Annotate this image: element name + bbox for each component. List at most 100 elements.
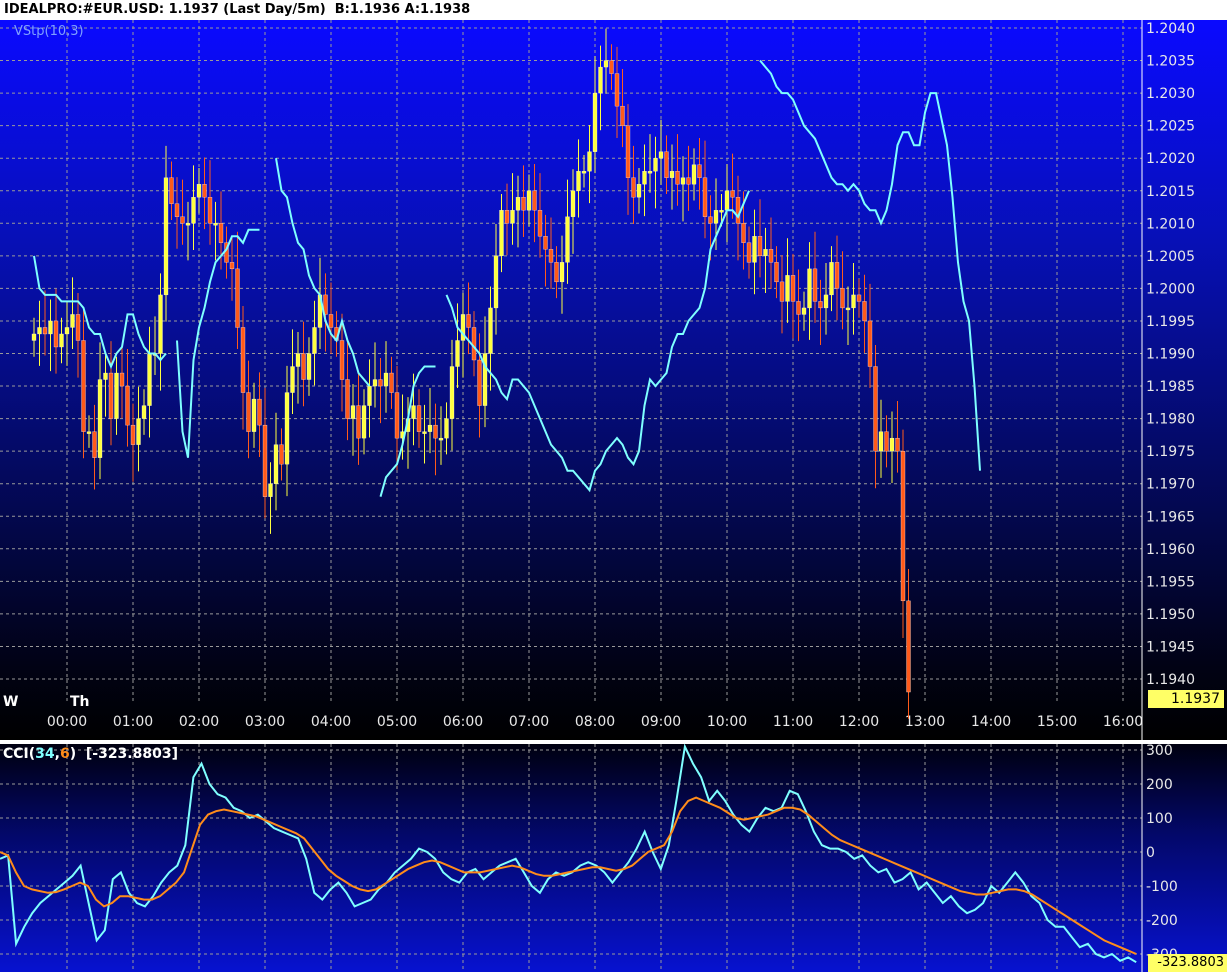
candle-body <box>471 327 477 361</box>
candle-body <box>510 210 515 224</box>
candle-body <box>620 105 625 126</box>
cci-y-tick-label: 200 <box>1146 777 1173 793</box>
candle-body <box>301 353 306 380</box>
cci-y-tick-label: -200 <box>1146 913 1178 929</box>
candle-body <box>697 164 702 178</box>
candle-body <box>834 262 840 289</box>
candle-body <box>477 359 482 406</box>
candle-body <box>713 210 719 224</box>
price-chart-svg[interactable]: 1.2040 1.2035 1.2030 1.2025 1.2020 1.2015 1.20… <box>0 20 1227 740</box>
y-tick-label: 1.2040 <box>1146 21 1195 37</box>
candle-body <box>92 431 97 458</box>
cci-last-value-tag: -323.8803 <box>1148 954 1227 972</box>
cci-y-tick-label: 100 <box>1146 811 1173 827</box>
cci-label-period: 34 <box>35 746 55 762</box>
candle-body <box>229 262 235 270</box>
candle-body <box>807 268 812 309</box>
candle-body <box>103 372 108 380</box>
cci-y-tick-label: 0 <box>1146 845 1155 861</box>
y-tick-label: 1.1995 <box>1146 314 1195 330</box>
candle-body <box>730 190 735 198</box>
candle-body <box>653 158 658 172</box>
y-tick-label: 1.1985 <box>1146 379 1195 395</box>
x-tick-label: 01:00 <box>113 714 153 730</box>
candle-body <box>576 171 581 191</box>
candle-body <box>708 216 713 224</box>
price-pane[interactable]: 1.2040 1.2035 1.2030 1.2025 1.2020 1.2015 1.20… <box>0 20 1227 740</box>
candle-body <box>680 177 686 185</box>
y-tick-label: 1.2010 <box>1146 216 1195 232</box>
candle-body <box>862 301 867 322</box>
candle-body <box>515 197 521 211</box>
candle-body <box>724 190 730 211</box>
cci-y-tick-label: -100 <box>1146 879 1178 895</box>
candle-body <box>290 366 295 393</box>
candle-body <box>411 405 416 419</box>
y-tick-label: 1.1940 <box>1146 672 1195 688</box>
candle-body <box>625 125 631 178</box>
candle-body <box>444 418 449 439</box>
candle-body <box>328 314 334 328</box>
candle-body <box>345 379 350 419</box>
candle-body <box>378 379 383 387</box>
candle-body <box>350 405 356 419</box>
candle-body <box>823 294 829 309</box>
candle-body <box>295 353 301 367</box>
candle-body <box>499 210 504 256</box>
candle-body <box>433 424 438 439</box>
candle-body <box>53 320 59 348</box>
candle-body <box>801 307 807 315</box>
cci-chart-svg[interactable]: 3002001000-100-200-300 <box>0 744 1227 972</box>
candle-body <box>774 262 779 283</box>
candle-body <box>796 301 801 315</box>
candle-body <box>895 437 900 452</box>
x-tick-label: 03:00 <box>245 714 285 730</box>
candle-body <box>840 288 845 309</box>
y-tick-label: 1.2035 <box>1146 54 1195 70</box>
candle-body <box>141 405 147 419</box>
candle-body <box>367 385 372 406</box>
candle-body <box>878 431 884 452</box>
y-tick-label: 1.2025 <box>1146 119 1195 135</box>
candle-body <box>752 236 757 263</box>
candle-body <box>356 405 361 439</box>
x-tick-label: 06:00 <box>443 714 483 730</box>
y-tick-label: 1.1950 <box>1146 607 1195 623</box>
candle-body <box>119 372 125 387</box>
candle-body <box>48 320 53 335</box>
candle-body <box>543 236 548 250</box>
last-price-tag: 1.1937 <box>1148 690 1224 708</box>
candle-body <box>526 190 532 211</box>
candle-body <box>174 203 180 217</box>
candle-body <box>361 405 367 439</box>
candle-body <box>268 483 273 497</box>
chart-title: IDEALPRO:#EUR.USD: 1.1937 (Last Day/5m) … <box>0 0 1227 20</box>
candle-body <box>889 437 895 452</box>
candle-body <box>570 190 576 217</box>
candle-body <box>31 333 37 341</box>
candle-body <box>829 262 834 296</box>
candle-body <box>75 314 81 341</box>
candle-body <box>438 437 444 441</box>
candle-body <box>284 392 290 465</box>
candle-body <box>251 398 257 432</box>
vstop-indicator-label: VStp(10,3) <box>14 24 84 39</box>
candle-body <box>218 223 224 243</box>
candle-body <box>548 249 554 263</box>
x-tick-label: 12:00 <box>839 714 879 730</box>
candle-body <box>746 242 752 263</box>
cci-fast-line <box>0 744 1137 964</box>
candle-body <box>702 177 708 217</box>
cci-pane[interactable]: 3002001000-100-200-300 CCI(34,6) [-323.8… <box>0 744 1227 972</box>
candle-body <box>790 275 796 302</box>
candle-body <box>191 197 196 224</box>
candle-body <box>867 320 873 367</box>
candle-body <box>246 392 251 432</box>
y-tick-label: 1.2020 <box>1146 151 1195 167</box>
y-tick-label: 1.1965 <box>1146 509 1195 525</box>
candle-body <box>818 301 823 309</box>
candle-body <box>136 418 141 445</box>
candle-body <box>609 60 614 74</box>
candle-body <box>147 353 152 406</box>
candle-body <box>306 353 312 380</box>
